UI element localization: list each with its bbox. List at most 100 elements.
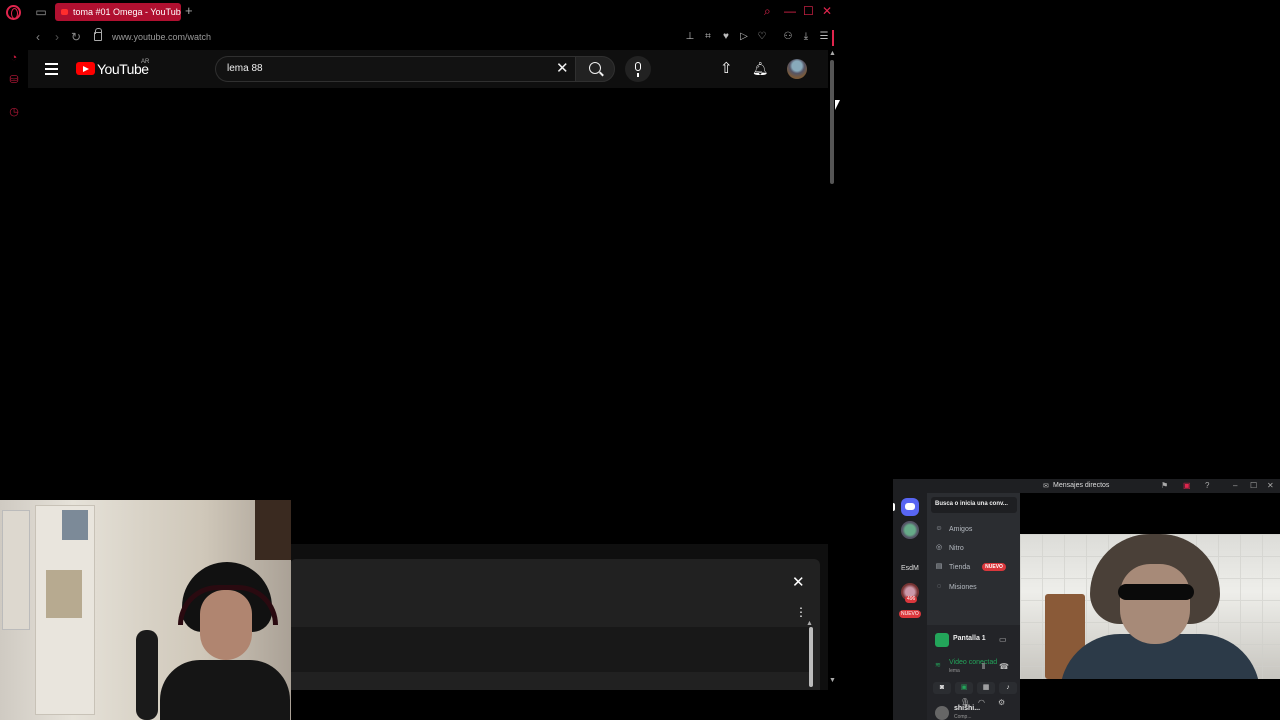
pin-icon[interactable]: ⊥	[684, 31, 696, 43]
server-folder-label[interactable]: EsdM	[901, 565, 919, 572]
stop-stream-icon[interactable]: ▭	[999, 635, 1007, 645]
create-upload-icon[interactable]: ⇧	[720, 61, 733, 77]
flow-icon[interactable]: ▷	[738, 31, 750, 43]
notifications-bell-icon[interactable]: 🔔︎	[752, 61, 769, 77]
tab-title: toma #01 Omega - YouTube	[73, 7, 181, 17]
opera-logo-icon[interactable]	[6, 5, 21, 20]
account-avatar[interactable]	[787, 59, 807, 79]
sidebar-messenger-icon[interactable]: ◔	[7, 51, 21, 65]
server-pill	[893, 503, 895, 511]
user-status: Comp...	[954, 714, 972, 720]
noise-suppression-icon[interactable]: ⫴	[982, 662, 985, 672]
dm-icon: ✉	[1043, 483, 1049, 490]
nav-shop[interactable]: ▤ Tienda NUEVO	[935, 563, 1006, 571]
search-input[interactable]: lema 88 ✕	[215, 56, 575, 82]
tabs-icon[interactable]: ▭	[34, 5, 48, 19]
pocket-icon[interactable]: ♥	[720, 31, 732, 43]
unread-badge: 496	[905, 596, 918, 603]
activities-button[interactable]: ▦	[977, 682, 995, 694]
accent-bar	[832, 30, 834, 46]
voice-search-button[interactable]	[625, 56, 651, 82]
discord-maximize-button[interactable]: ☐	[1250, 481, 1257, 491]
search-icon	[589, 62, 601, 74]
voice-status: Video conectad	[949, 659, 998, 666]
close-window-button[interactable]: ✕	[822, 4, 832, 18]
video-call-feed[interactable]	[1020, 534, 1280, 679]
discord-title: Mensajes directos	[1053, 482, 1110, 489]
nav-quests[interactable]: ◌ Misiones	[935, 583, 977, 591]
reload-button[interactable]: ↻	[71, 30, 81, 44]
poster	[46, 570, 82, 618]
lock-icon[interactable]	[94, 28, 102, 41]
mouse-cursor-icon	[835, 100, 840, 110]
country-code: AR	[141, 59, 150, 65]
server-list: EsdM 496 NUEVO	[893, 493, 927, 720]
page-scrollbar[interactable]	[830, 60, 834, 184]
soundboard-button[interactable]: ♪	[999, 682, 1017, 694]
nav-nitro-label: Nitro	[949, 544, 964, 552]
youtube-favicon-icon	[61, 9, 68, 15]
panel-scrollbar[interactable]	[809, 627, 813, 687]
sidebar-wallet-icon[interactable]: ⛁	[7, 73, 21, 87]
connection-signal-icon[interactable]: ≋	[935, 661, 941, 669]
help-icon[interactable]: ?	[1205, 481, 1209, 491]
nav-shop-label: Tienda	[949, 563, 971, 571]
person-body	[160, 660, 290, 720]
discord-minimize-button[interactable]: –	[1233, 481, 1237, 491]
youtube-header: YouTube AR lema 88 ✕ ⇧ 🔔︎	[28, 50, 828, 88]
shop-icon: ▤	[935, 563, 943, 570]
discord-home-icon[interactable]	[901, 498, 919, 516]
disconnect-icon[interactable]: ☎	[999, 662, 1009, 672]
friends-icon: ☺	[935, 525, 943, 532]
microphone	[136, 630, 158, 720]
video-player[interactable]	[28, 88, 828, 544]
screen-share-button[interactable]: ▣	[955, 682, 973, 694]
youtube-logo-icon[interactable]	[76, 62, 95, 75]
mute-mic-icon[interactable]: 🎙︎	[960, 698, 970, 708]
page-scroll-down-icon[interactable]: ▼	[829, 677, 836, 684]
dm-sidebar: Busca o inicia una conv... ☺ Amigos ◎ Ni…	[927, 493, 1020, 720]
clear-search-icon[interactable]: ✕	[556, 60, 569, 78]
download-icon[interactable]: ⤓	[800, 31, 812, 43]
browser-search-icon[interactable]: ⌕	[764, 4, 771, 18]
hamburger-menu-icon[interactable]	[45, 63, 58, 75]
sidebar-history-icon[interactable]: ◷	[7, 105, 21, 119]
screen-icon[interactable]: ▣	[1183, 481, 1191, 491]
new-badge: NUEVO	[899, 610, 921, 618]
more-options-icon[interactable]: ⋮	[795, 605, 807, 619]
camera-toggle-button[interactable]: ◙	[933, 682, 951, 694]
snapshot-icon[interactable]: ⌗	[702, 31, 714, 43]
discord-titlebar: ✉ Mensajes directos ⚑ ▣ ? – ☐ ✕	[893, 479, 1280, 493]
url-field[interactable]: www.youtube.com/watch	[112, 32, 211, 42]
discord-close-button[interactable]: ✕	[1267, 481, 1274, 491]
deafen-headphones-icon[interactable]: ◠	[978, 698, 985, 708]
quests-icon: ◌	[936, 583, 942, 590]
dm-search-input[interactable]: Busca o inicia una conv...	[931, 497, 1017, 513]
maximize-button[interactable]: ☐	[803, 4, 814, 18]
page-scroll-up-icon[interactable]: ▲	[829, 50, 836, 57]
server-avatar[interactable]	[901, 521, 919, 539]
bookmark-heart-icon[interactable]: ♡	[756, 31, 768, 43]
panel-content	[290, 627, 810, 672]
nav-nitro[interactable]: ◎ Nitro	[935, 544, 964, 552]
close-panel-icon[interactable]: ✕	[792, 575, 805, 591]
address-bar: ‹ › ↻ www.youtube.com/watch ⊥ ⌗ ♥ ▷ ♡ ⚇ …	[28, 28, 838, 48]
panel-scroll-up-icon[interactable]: ▲	[806, 620, 813, 627]
user-settings-gear-icon[interactable]: ⚙	[998, 698, 1005, 708]
search-button[interactable]	[575, 56, 615, 82]
profile-icon[interactable]: ⚇	[782, 31, 794, 43]
poster	[62, 510, 88, 540]
user-avatar[interactable]	[935, 706, 949, 720]
back-button[interactable]: ‹	[36, 30, 40, 44]
new-tab-button[interactable]: +	[185, 4, 193, 18]
discord-window: ✉ Mensajes directos ⚑ ▣ ? – ☐ ✕ EsdM 496…	[893, 479, 1280, 720]
browser-tab-active[interactable]: toma #01 Omega - YouTube	[55, 3, 181, 21]
forward-button[interactable]: ›	[55, 30, 59, 44]
inbox-icon[interactable]: ⚑	[1161, 481, 1168, 491]
screen-share-icon	[935, 633, 949, 647]
easy-setup-icon[interactable]: ☰	[818, 31, 830, 43]
nav-friends[interactable]: ☺ Amigos	[935, 525, 972, 533]
minimize-button[interactable]: —	[784, 4, 796, 18]
engagement-panel: ✕ ⋮ ▲	[290, 559, 820, 690]
search-input-value: lema 88	[227, 63, 263, 74]
